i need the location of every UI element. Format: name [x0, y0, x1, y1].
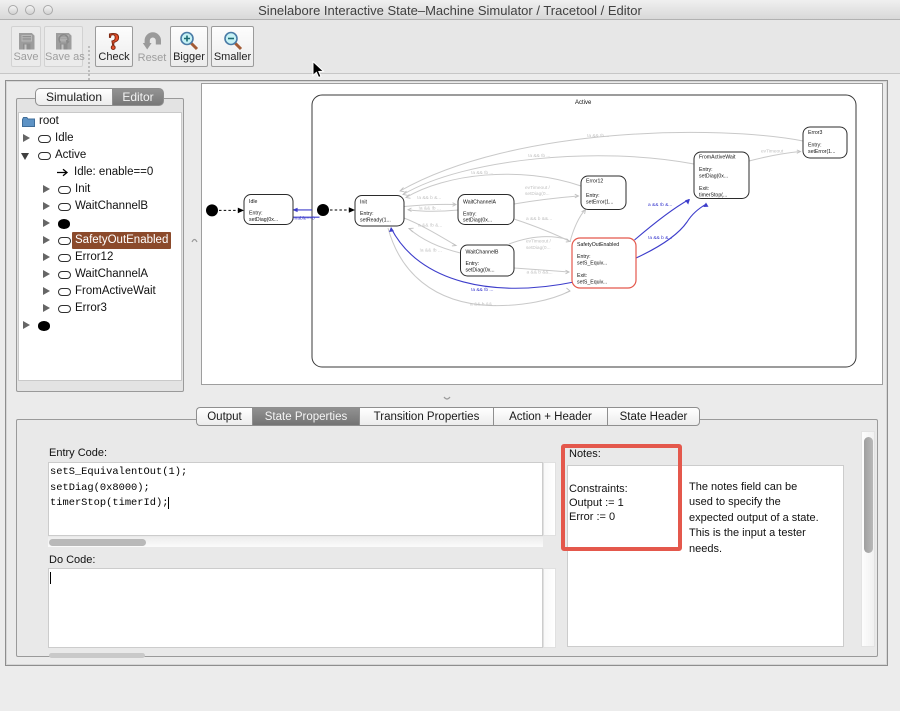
svg-text:evTimeout /: evTimeout /	[525, 185, 551, 191]
svg-text:setDiag(0...: setDiag(0...	[526, 245, 551, 251]
svg-text:Error12: Error12	[586, 179, 603, 185]
svg-text:setReady(1...: setReady(1...	[360, 218, 391, 224]
svg-text:a && b &&...: a && b &&...	[526, 216, 552, 222]
svg-text:!a && b &...: !a && b &...	[417, 195, 441, 201]
svg-text:setDiag(0x...: setDiag(0x...	[463, 218, 492, 224]
svg-text:timerStop(...: timerStop(...	[699, 193, 727, 199]
svg-text:setError(1...: setError(1...	[808, 149, 835, 155]
svg-text:Entry:: Entry:	[586, 193, 600, 199]
svg-text:Exit:: Exit:	[699, 186, 709, 192]
svg-text:!a && !b ...: !a && !b ...	[420, 248, 442, 254]
svg-text:setError(1...: setError(1...	[586, 200, 613, 206]
svg-text:Entry:: Entry:	[249, 211, 263, 217]
svg-text:setS_Equiv...: setS_Equiv...	[577, 280, 607, 286]
svg-text:setS_Equiv...: setS_Equiv...	[577, 261, 607, 267]
svg-text:Error3: Error3	[808, 130, 823, 136]
svg-text:!a && b &...: !a && b &...	[648, 235, 672, 241]
svg-text:setDiag(0x...: setDiag(0x...	[466, 267, 495, 273]
svg-text:a && !b &...: a && !b &...	[648, 202, 672, 208]
svg-text:!a && !b ...: !a && !b ...	[471, 170, 493, 176]
svg-text:a && !b &...: a && !b &...	[418, 222, 442, 228]
svg-text:Entry:: Entry:	[577, 254, 591, 260]
svg-text:WaitChannelB: WaitChannelB	[466, 250, 500, 256]
svg-text:WaitChannelA: WaitChannelA	[463, 199, 497, 205]
svg-text:Exit:: Exit:	[577, 273, 587, 279]
svg-text:FromActiveWait: FromActiveWait	[699, 155, 736, 161]
svg-text:a && b &&...: a && b &&...	[527, 270, 553, 276]
svg-text:Entry:: Entry:	[699, 167, 713, 173]
svg-text:Entry:: Entry:	[808, 143, 822, 149]
svg-text:!a && !b ...: !a && !b ...	[471, 287, 493, 293]
svg-text:Init: Init	[360, 200, 367, 206]
svg-text:!a && !b ...: !a && !b ...	[587, 133, 609, 139]
svg-text:Active: Active	[575, 100, 592, 106]
svg-text:evTimeout: evTimeout	[761, 149, 784, 155]
svg-text:setDiag(0...: setDiag(0...	[525, 191, 550, 197]
svg-text:Entry:: Entry:	[360, 211, 374, 217]
svg-text:!a && !b ...: !a && !b ...	[528, 153, 550, 159]
svg-text:enable==0: enable==0	[292, 216, 315, 222]
svg-text:a && b &&...: a && b &&...	[470, 302, 496, 308]
svg-text:Idle: Idle	[249, 199, 257, 205]
svg-text:SafetyOutEnabled: SafetyOutEnabled	[577, 242, 619, 248]
svg-text:setDiag(0x...: setDiag(0x...	[699, 174, 728, 180]
svg-text:Entry:: Entry:	[466, 261, 480, 267]
svg-text:evTimeout /: evTimeout /	[526, 239, 552, 245]
svg-text:setDiag(0x...: setDiag(0x...	[249, 217, 278, 223]
svg-text:!a && !b ...: !a && !b ...	[419, 206, 441, 212]
